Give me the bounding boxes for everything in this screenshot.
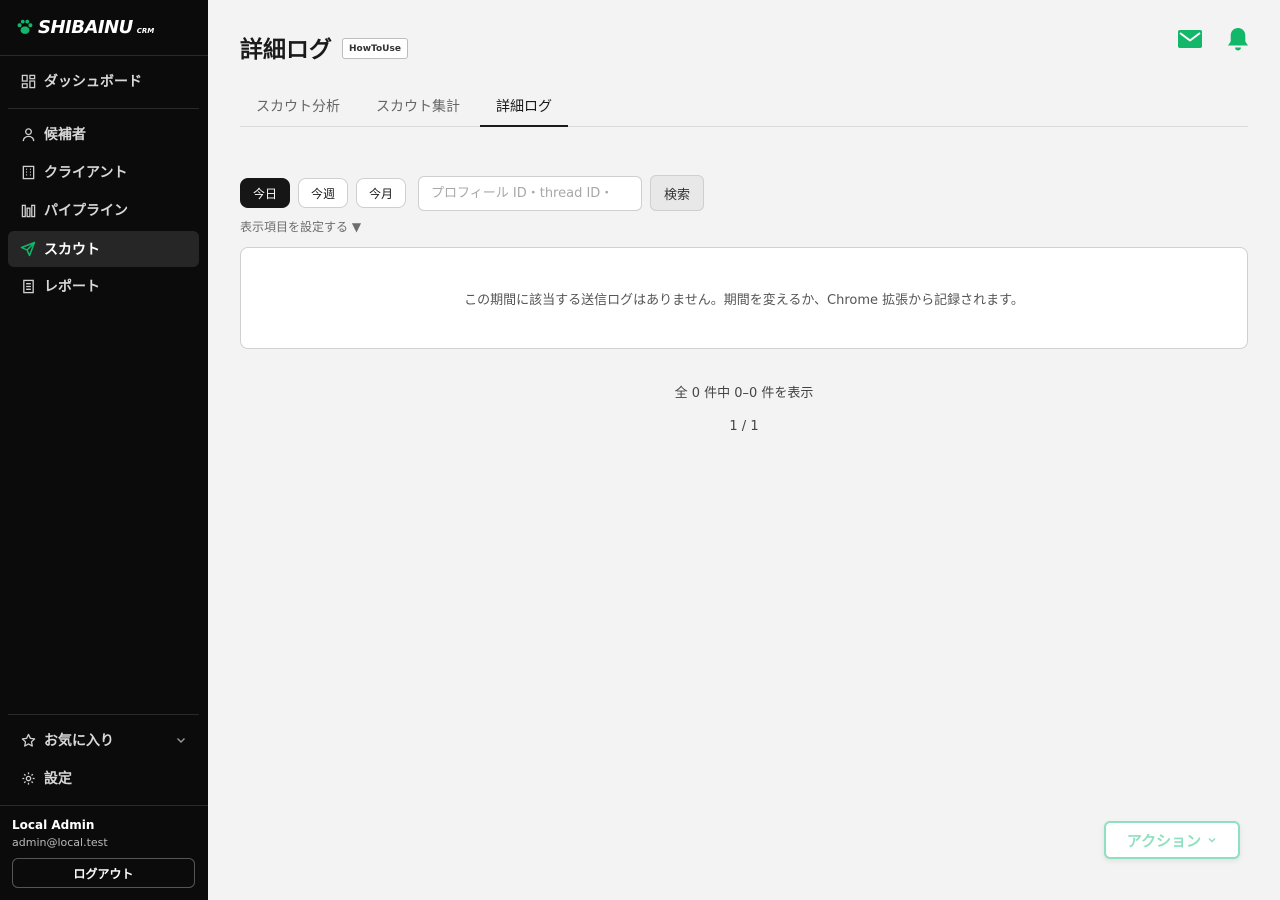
search-input[interactable] (418, 176, 642, 211)
logout-button[interactable]: ログアウト (12, 858, 195, 888)
user-email: admin@local.test (12, 836, 108, 849)
sidebar-item-clients[interactable]: クライアント (8, 154, 199, 190)
pipeline-icon (20, 202, 36, 218)
chevron-down-icon[interactable] (175, 734, 187, 746)
sidebar-item-label: パイプライン (44, 203, 128, 219)
sidebar-divider (0, 805, 208, 806)
brand-name: SHIBAINU (38, 16, 133, 38)
period-today-button[interactable]: 今日 (240, 178, 290, 208)
sidebar-item-scout[interactable]: スカウト (8, 231, 199, 267)
tab-scout-analysis[interactable]: スカウト分析 (240, 90, 356, 126)
sidebar-item-label: お気に入り (44, 733, 114, 749)
send-icon (20, 241, 36, 257)
pagination: 1 / 1 (729, 419, 759, 434)
sidebar-item-label: 設定 (44, 771, 72, 787)
sidebar-item-pipeline[interactable]: パイプライン (8, 192, 199, 228)
building-icon (20, 164, 36, 180)
page-title: 詳細ログ (240, 37, 332, 63)
column-settings-toggle[interactable]: 表示項目を設定する ▼ (240, 218, 361, 235)
sidebar-item-favorites[interactable]: お気に入り (8, 722, 199, 758)
search-button[interactable]: 検索 (650, 175, 704, 211)
sidebar-item-label: ダッシュボード (44, 74, 142, 90)
chevron-down-icon (1208, 837, 1216, 843)
report-icon (20, 278, 36, 294)
period-week-button[interactable]: 今週 (298, 178, 348, 208)
user-icon (20, 126, 36, 142)
bell-icon[interactable] (1225, 26, 1251, 52)
gear-icon (20, 770, 36, 786)
brand-logo[interactable]: SHIBAINU CRM (16, 16, 154, 38)
sidebar-item-dashboard[interactable]: ダッシュボード (8, 63, 199, 99)
empty-state-card: この期間に該当する送信ログはありません。期間を変えるか、Chrome 拡張から記… (240, 247, 1248, 349)
howto-badge[interactable]: HowToUse (342, 38, 408, 59)
empty-state-message: この期間に該当する送信ログはありません。期間を変えるか、Chrome 拡張から記… (464, 292, 1024, 308)
period-month-button[interactable]: 今月 (356, 178, 406, 208)
brand-sub: CRM (136, 27, 155, 35)
sidebar-item-reports[interactable]: レポート (8, 268, 199, 304)
dashboard-icon (20, 73, 36, 89)
paw-icon (17, 19, 33, 34)
sidebar-item-label: クライアント (44, 165, 128, 181)
sidebar-item-label: レポート (44, 279, 100, 295)
star-icon (20, 732, 36, 748)
sidebar-divider (0, 55, 208, 56)
action-button[interactable]: アクション (1104, 821, 1240, 859)
action-button-label: アクション (1126, 831, 1202, 850)
result-count: 全 0 件中 0–0 件を表示 (674, 386, 814, 401)
tab-bar: スカウト分析 スカウト集計 詳細ログ (240, 90, 1248, 127)
sidebar-item-candidates[interactable]: 候補者 (8, 116, 199, 152)
sidebar: SHIBAINU CRM ダッシュボード 候補者 クライアント パイプライン ス… (0, 0, 208, 900)
tab-detail-log[interactable]: 詳細ログ (480, 90, 568, 127)
mail-icon[interactable] (1177, 26, 1203, 52)
user-name: Local Admin (12, 818, 95, 832)
sidebar-item-settings[interactable]: 設定 (8, 760, 199, 796)
sidebar-divider (8, 714, 199, 715)
sidebar-item-label: スカウト (44, 242, 100, 258)
sidebar-item-label: 候補者 (44, 127, 86, 143)
sidebar-divider (8, 108, 199, 109)
tab-scout-summary[interactable]: スカウト集計 (360, 90, 476, 126)
